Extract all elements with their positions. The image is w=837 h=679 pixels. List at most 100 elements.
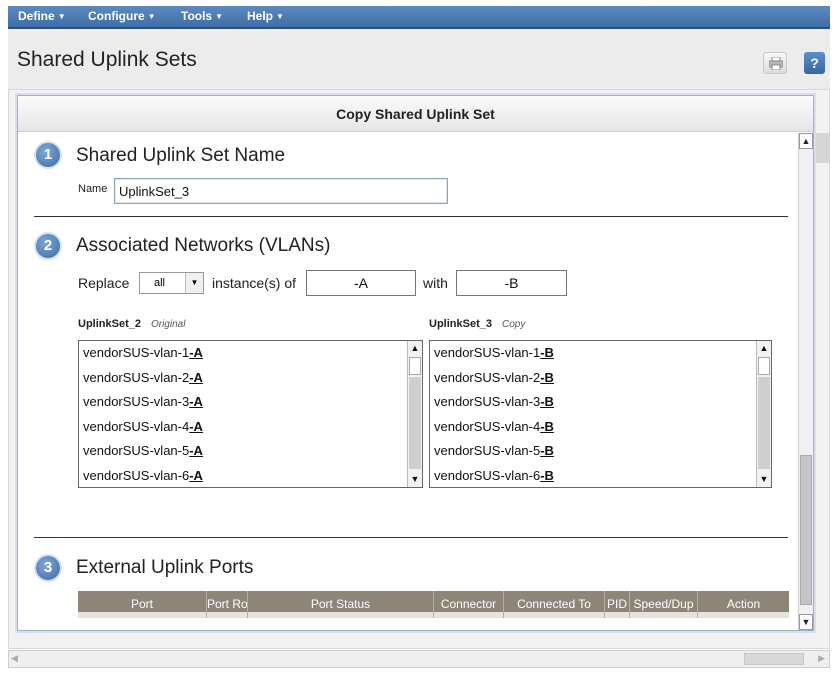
scroll-thumb[interactable]: [409, 357, 421, 375]
list-item[interactable]: vendorSUS-vlan-2-A: [83, 370, 203, 385]
section-divider: [34, 537, 788, 538]
help-button[interactable]: ?: [804, 52, 825, 74]
print-button[interactable]: [763, 52, 787, 74]
dialog-content: 1 Shared Uplink Set Name Name 2 Associat…: [18, 133, 798, 630]
copy-list-tag: Copy: [501, 319, 526, 330]
list-item[interactable]: vendorSUS-vlan-5-B: [434, 443, 554, 458]
menu-define-label: Define: [18, 9, 55, 23]
scroll-up-icon[interactable]: ▲: [757, 341, 771, 356]
list-item-suffix: -A: [189, 345, 203, 360]
section-3-heading: External Uplink Ports: [76, 557, 254, 578]
original-list-header: UplinkSet_2 Original: [78, 318, 185, 330]
chevron-down-icon[interactable]: ▼: [185, 273, 203, 293]
list-item-suffix: -B: [540, 370, 554, 385]
list-item[interactable]: vendorSUS-vlan-3-A: [83, 394, 203, 409]
with-label: with: [423, 275, 448, 291]
find-text-input[interactable]: -A: [306, 270, 416, 296]
list-item[interactable]: vendorSUS-vlan-1-A: [83, 345, 203, 360]
list-item-text: vendorSUS-vlan-5: [83, 443, 190, 458]
dialog-titlebar: Copy Shared Uplink Set: [18, 96, 813, 132]
column-header-action[interactable]: Action: [698, 591, 789, 618]
list-item-suffix: -B: [540, 345, 554, 360]
list-item[interactable]: vendorSUS-vlan-6-A: [83, 468, 203, 483]
list-item-suffix: -A: [189, 443, 203, 458]
scroll-down-icon[interactable]: ▼: [408, 472, 422, 487]
replace-label: Replace: [78, 275, 130, 291]
dialog-vertical-scrollbar[interactable]: ▲ ▼: [798, 133, 813, 630]
copy-vlan-list[interactable]: vendorSUS-vlan-1-B vendorSUS-vlan-2-B ve…: [429, 340, 772, 488]
list-item[interactable]: vendorSUS-vlan-4-A: [83, 419, 203, 434]
chevron-down-icon: ▼: [57, 12, 66, 21]
list-item-text: vendorSUS-vlan-3: [83, 394, 190, 409]
replace-text-input[interactable]: -B: [456, 270, 567, 296]
menu-define[interactable]: Define ▼: [18, 9, 66, 23]
section-2-heading: Associated Networks (VLANs): [76, 235, 331, 256]
uplink-set-name-input[interactable]: [114, 178, 448, 204]
list-item[interactable]: vendorSUS-vlan-6-B: [434, 468, 554, 483]
column-header-port-status[interactable]: Port Status: [248, 591, 434, 618]
original-vlan-list[interactable]: vendorSUS-vlan-1-A vendorSUS-vlan-2-A ve…: [78, 340, 423, 488]
app-window: Define ▼ Configure ▼ Tools ▼ Help ▼ Shared U…: [0, 0, 837, 679]
dialog-title: Copy Shared Uplink Set: [336, 106, 495, 122]
list-scrollbar[interactable]: ▲ ▼: [407, 341, 422, 487]
list-item-text: vendorSUS-vlan-6: [434, 468, 541, 483]
scroll-up-icon[interactable]: ▲: [408, 341, 422, 356]
list-scrollbar[interactable]: ▲ ▼: [756, 341, 771, 487]
section-divider: [34, 216, 788, 217]
scroll-thumb[interactable]: [744, 653, 804, 665]
original-list-tag: Original: [150, 319, 186, 330]
list-item-text: vendorSUS-vlan-2: [434, 370, 541, 385]
column-header-pid[interactable]: PID: [605, 591, 630, 618]
list-item[interactable]: vendorSUS-vlan-3-B: [434, 394, 554, 409]
list-item-text: vendorSUS-vlan-4: [434, 419, 541, 434]
list-item[interactable]: vendorSUS-vlan-2-B: [434, 370, 554, 385]
menu-configure-label: Configure: [88, 9, 145, 23]
list-item[interactable]: vendorSUS-vlan-1-B: [434, 345, 554, 360]
list-item-suffix: -B: [540, 468, 554, 483]
list-item-suffix: -A: [189, 370, 203, 385]
menu-help-label: Help: [247, 9, 274, 23]
page-horizontal-scrollbar[interactable]: ◀ ▶: [8, 650, 830, 668]
menubar: Define ▼ Configure ▼ Tools ▼ Help ▼: [8, 6, 830, 29]
scroll-left-icon[interactable]: ◀: [11, 653, 18, 664]
copy-list-name: UplinkSet_3: [429, 318, 492, 330]
section-1-heading: Shared Uplink Set Name: [76, 145, 286, 166]
scroll-right-icon[interactable]: ▶: [818, 653, 825, 664]
scroll-track[interactable]: [758, 377, 770, 469]
scroll-down-icon[interactable]: ▼: [757, 472, 771, 487]
list-item-suffix: -A: [189, 394, 203, 409]
column-header-port[interactable]: Port: [78, 591, 207, 618]
list-item-text: vendorSUS-vlan-6: [83, 468, 190, 483]
list-item[interactable]: vendorSUS-vlan-5-A: [83, 443, 203, 458]
column-header-speed-duplex[interactable]: Speed/Dup: [630, 591, 698, 618]
column-header-port-role[interactable]: Port Ro: [207, 591, 248, 618]
menu-tools-label: Tools: [181, 9, 213, 23]
scroll-down-icon[interactable]: ▼: [799, 614, 813, 630]
menu-tools[interactable]: Tools ▼: [181, 9, 223, 23]
menu-configure[interactable]: Configure ▼: [88, 9, 156, 23]
scroll-thumb[interactable]: [758, 357, 770, 375]
list-item-text: vendorSUS-vlan-1: [434, 345, 541, 360]
step-1-badge: 1: [34, 141, 62, 169]
step-3-badge: 3: [34, 554, 62, 582]
background-strip: [812, 133, 830, 163]
replace-scope-select[interactable]: all ▼: [139, 272, 204, 294]
list-item-suffix: -A: [189, 419, 203, 434]
list-item-suffix: -B: [540, 419, 554, 434]
original-list-name: UplinkSet_2: [78, 318, 141, 330]
list-item-suffix: -B: [540, 394, 554, 409]
copy-uplink-set-dialog: Copy Shared Uplink Set 1 Shared Uplink S…: [17, 95, 814, 631]
scroll-thumb[interactable]: [800, 455, 812, 605]
menu-help[interactable]: Help ▼: [247, 9, 284, 23]
page-title: Shared Uplink Sets: [17, 48, 197, 71]
step-2-badge: 2: [34, 232, 62, 260]
column-header-connector[interactable]: Connector: [434, 591, 504, 618]
list-item-suffix: -A: [189, 468, 203, 483]
list-item[interactable]: vendorSUS-vlan-4-B: [434, 419, 554, 434]
chevron-down-icon: ▼: [215, 12, 224, 21]
list-item-suffix: -B: [540, 443, 554, 458]
column-header-connected-to[interactable]: Connected To: [504, 591, 605, 618]
scroll-track[interactable]: [409, 377, 421, 469]
scroll-up-icon[interactable]: ▲: [799, 133, 813, 149]
help-icon: ?: [810, 55, 819, 71]
